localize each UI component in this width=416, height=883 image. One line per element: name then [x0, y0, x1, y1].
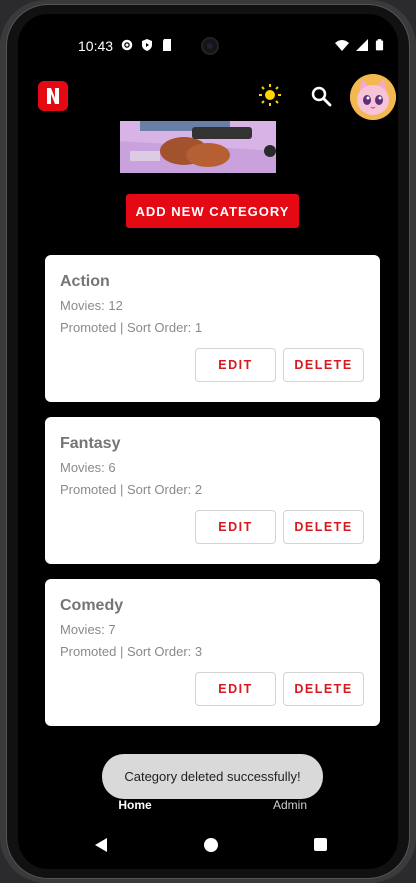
back-icon[interactable]	[94, 837, 108, 853]
search-icon[interactable]	[309, 84, 333, 108]
settings-icon	[121, 39, 133, 51]
category-card: Action Movies: 12 Promoted | Sort Order:…	[45, 255, 380, 402]
delete-button[interactable]: DELETE	[283, 348, 364, 382]
delete-button[interactable]: DELETE	[283, 672, 364, 706]
recents-square-icon[interactable]	[314, 838, 327, 851]
wifi-icon	[335, 40, 349, 51]
signal-icon	[356, 39, 368, 51]
category-movie-count: Movies: 7	[60, 622, 116, 637]
banner-illustration	[120, 121, 276, 173]
phone-frame: 10:43 ADD NEW CATEGORY Action Movies: 12…	[0, 0, 416, 883]
netflix-n-icon	[47, 88, 59, 104]
category-name: Fantasy	[60, 435, 121, 452]
edit-button[interactable]: EDIT	[195, 510, 276, 544]
category-card: Fantasy Movies: 6 Promoted | Sort Order:…	[45, 417, 380, 564]
home-circle-icon[interactable]	[204, 838, 218, 852]
nav-home-label: Home	[118, 798, 152, 812]
app-logo[interactable]	[38, 81, 68, 111]
system-nav-bar	[18, 824, 398, 869]
status-icons-left	[120, 38, 174, 52]
battery-icon	[375, 39, 384, 51]
nav-admin-label: Admin	[272, 798, 307, 812]
app-screen: 10:43 ADD NEW CATEGORY Action Movies: 12…	[18, 14, 398, 869]
theme-sun-icon[interactable]	[258, 83, 282, 107]
cat-avatar-icon	[350, 74, 396, 120]
status-bar: 10:43	[18, 14, 398, 78]
status-icons-right	[335, 38, 384, 52]
shield-play-icon	[142, 39, 152, 51]
category-meta: Promoted | Sort Order: 3	[60, 644, 203, 659]
category-card: Comedy Movies: 7 Promoted | Sort Order: …	[45, 579, 380, 726]
status-time: 10:43	[78, 38, 114, 54]
category-name: Comedy	[60, 597, 124, 614]
banner-image	[120, 121, 276, 173]
avatar[interactable]	[350, 74, 396, 120]
front-camera	[201, 37, 219, 55]
category-movie-count: Movies: 6	[60, 460, 116, 475]
edit-button[interactable]: EDIT	[195, 672, 276, 706]
sd-card-icon	[163, 39, 171, 51]
category-meta: Promoted | Sort Order: 1	[60, 320, 203, 335]
category-meta: Promoted | Sort Order: 2	[60, 482, 203, 497]
add-new-category-button[interactable]: ADD NEW CATEGORY	[126, 194, 299, 228]
category-movie-count: Movies: 12	[60, 298, 123, 313]
toast-message: Category deleted successfully!	[102, 754, 323, 799]
edit-button[interactable]: EDIT	[195, 348, 276, 382]
category-name: Action	[60, 273, 110, 290]
delete-button[interactable]: DELETE	[283, 510, 364, 544]
